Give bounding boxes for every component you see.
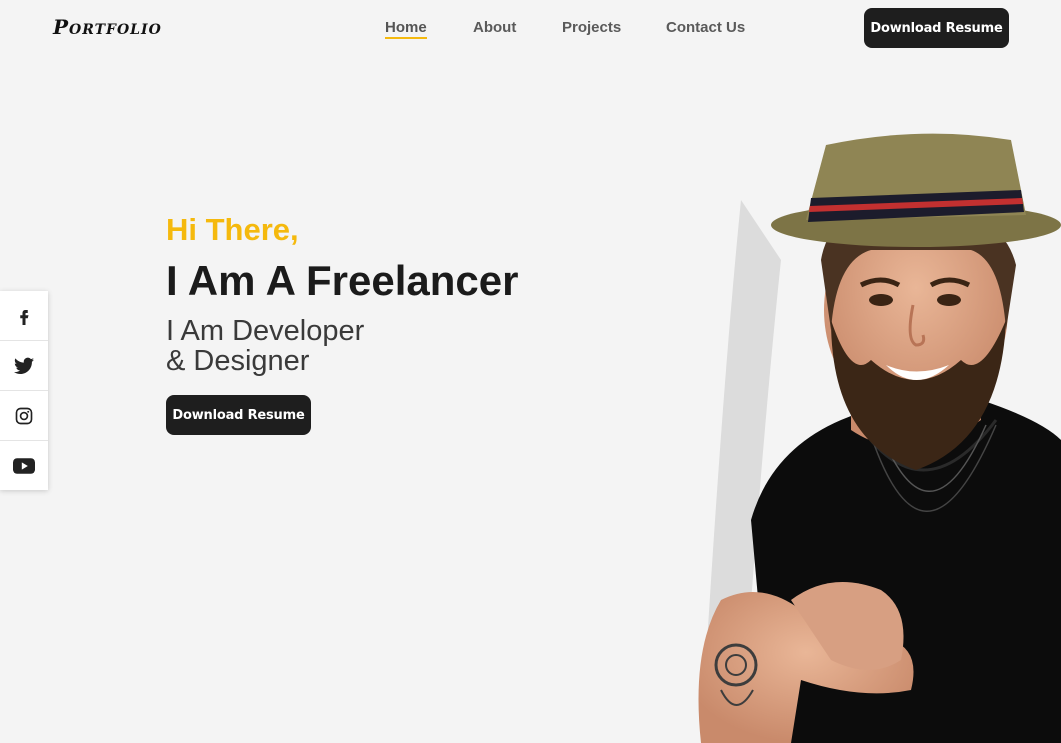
nav-about[interactable]: About xyxy=(473,19,516,36)
instagram-icon xyxy=(15,407,33,424)
twitter-icon xyxy=(14,357,34,374)
facebook-icon xyxy=(20,309,29,325)
hero-download-resume-button[interactable]: Download Resume xyxy=(166,395,311,435)
twitter-link[interactable] xyxy=(0,341,48,391)
nav-home[interactable]: Home xyxy=(385,19,427,39)
nav-projects[interactable]: Projects xyxy=(562,19,621,36)
logo[interactable]: Portfolio xyxy=(53,15,162,39)
hero-portrait-image xyxy=(698,133,1061,743)
instagram-link[interactable] xyxy=(0,391,48,441)
hero-headline: I Am A Freelancer xyxy=(166,257,519,304)
hero-subtitle-line2: & Designer xyxy=(166,345,310,377)
youtube-link[interactable] xyxy=(0,441,48,490)
social-sidebar xyxy=(0,291,48,490)
youtube-icon xyxy=(13,457,35,474)
hero-subtitle: I Am Developer & Designer xyxy=(166,316,364,376)
hero-subtitle-line1: I Am Developer xyxy=(166,315,365,347)
facebook-link[interactable] xyxy=(0,291,48,341)
hero-greeting: Hi There, xyxy=(166,212,299,247)
